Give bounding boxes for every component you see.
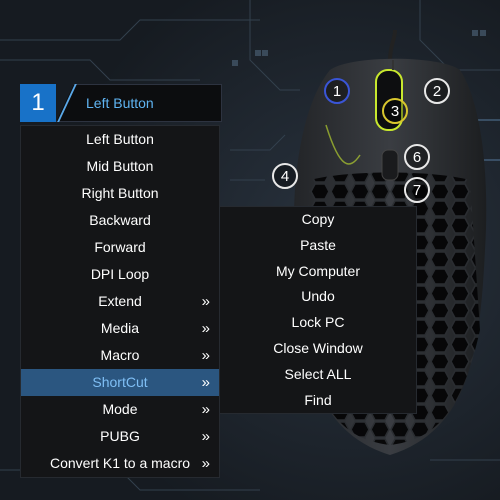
menu-item-label: Media [100,320,140,336]
mouse-button-2-badge[interactable]: 2 [424,78,450,104]
submenu-item-paste[interactable]: Paste [220,233,416,259]
mouse-button-7-badge[interactable]: 7 [404,177,430,203]
menu-item-media[interactable]: Media » [21,315,219,342]
submenu-item-lock-pc[interactable]: Lock PC [220,310,416,336]
menu-item-right-button[interactable]: Right Button [21,180,219,207]
submenu-arrow-icon: » [201,428,210,445]
submenu-item-copy[interactable]: Copy [220,207,416,233]
submenu-item-undo[interactable]: Undo [220,284,416,310]
submenu-item-find[interactable]: Find [220,388,416,414]
submenu-item-close-window[interactable]: Close Window [220,336,416,362]
menu-item-pubg[interactable]: PUBG » [21,423,219,450]
mouse-button-6-badge[interactable]: 6 [404,144,430,170]
submenu-arrow-icon: » [201,347,210,364]
menu-item-convert-k1-to-a-macro[interactable]: Convert K1 to a macro » [21,450,219,477]
menu-item-mid-button[interactable]: Mid Button [21,153,219,180]
mouse-button-3-badge[interactable]: 3 [382,98,408,124]
menu-item-label: Convert K1 to a macro [49,455,191,471]
menu-item-label: Macro [100,347,140,363]
function-menu: Left Button Mid Button Right Button Backwar… [20,125,220,478]
mouse-button-1-badge[interactable]: 1 [324,78,350,104]
submenu-arrow-icon: » [201,320,210,337]
submenu-arrow-icon: » [201,374,210,391]
menu-item-macro[interactable]: Macro » [21,342,219,369]
menu-item-label: Right Button [81,185,159,201]
submenu-arrow-icon: » [201,293,210,310]
menu-item-label: PUBG [100,428,140,444]
submenu-item-my-computer[interactable]: My Computer [220,259,416,285]
menu-item-shortcut[interactable]: ShortCut » [21,369,219,396]
menu-item-backward[interactable]: Backward [21,207,219,234]
menu-item-label: Extend [98,293,142,309]
submenu-item-select-all[interactable]: Select ALL [220,362,416,388]
menu-item-label: Mid Button [86,158,154,174]
menu-item-mode[interactable]: Mode » [21,396,219,423]
button-assignment-header: 1 Left Button [20,84,222,122]
menu-item-label: Left Button [86,131,154,147]
menu-item-left-button[interactable]: Left Button [21,126,219,153]
menu-item-label: ShortCut [92,374,148,390]
submenu-arrow-icon: » [201,401,210,418]
menu-item-label: Backward [89,212,151,228]
menu-item-label: Forward [94,239,146,255]
menu-item-dpi-loop[interactable]: DPI Loop [21,261,219,288]
menu-item-label: Mode [102,401,138,417]
submenu-arrow-icon: » [201,455,210,472]
button-number: 1 [20,84,56,122]
header-title: Left Button [86,95,154,111]
menu-item-forward[interactable]: Forward [21,234,219,261]
menu-item-label: DPI Loop [90,266,150,282]
menu-item-extend[interactable]: Extend » [21,288,219,315]
mouse-button-4-badge[interactable]: 4 [272,163,298,189]
shortcut-submenu: Copy Paste My Computer Undo Lock PC Close Win… [219,206,417,415]
